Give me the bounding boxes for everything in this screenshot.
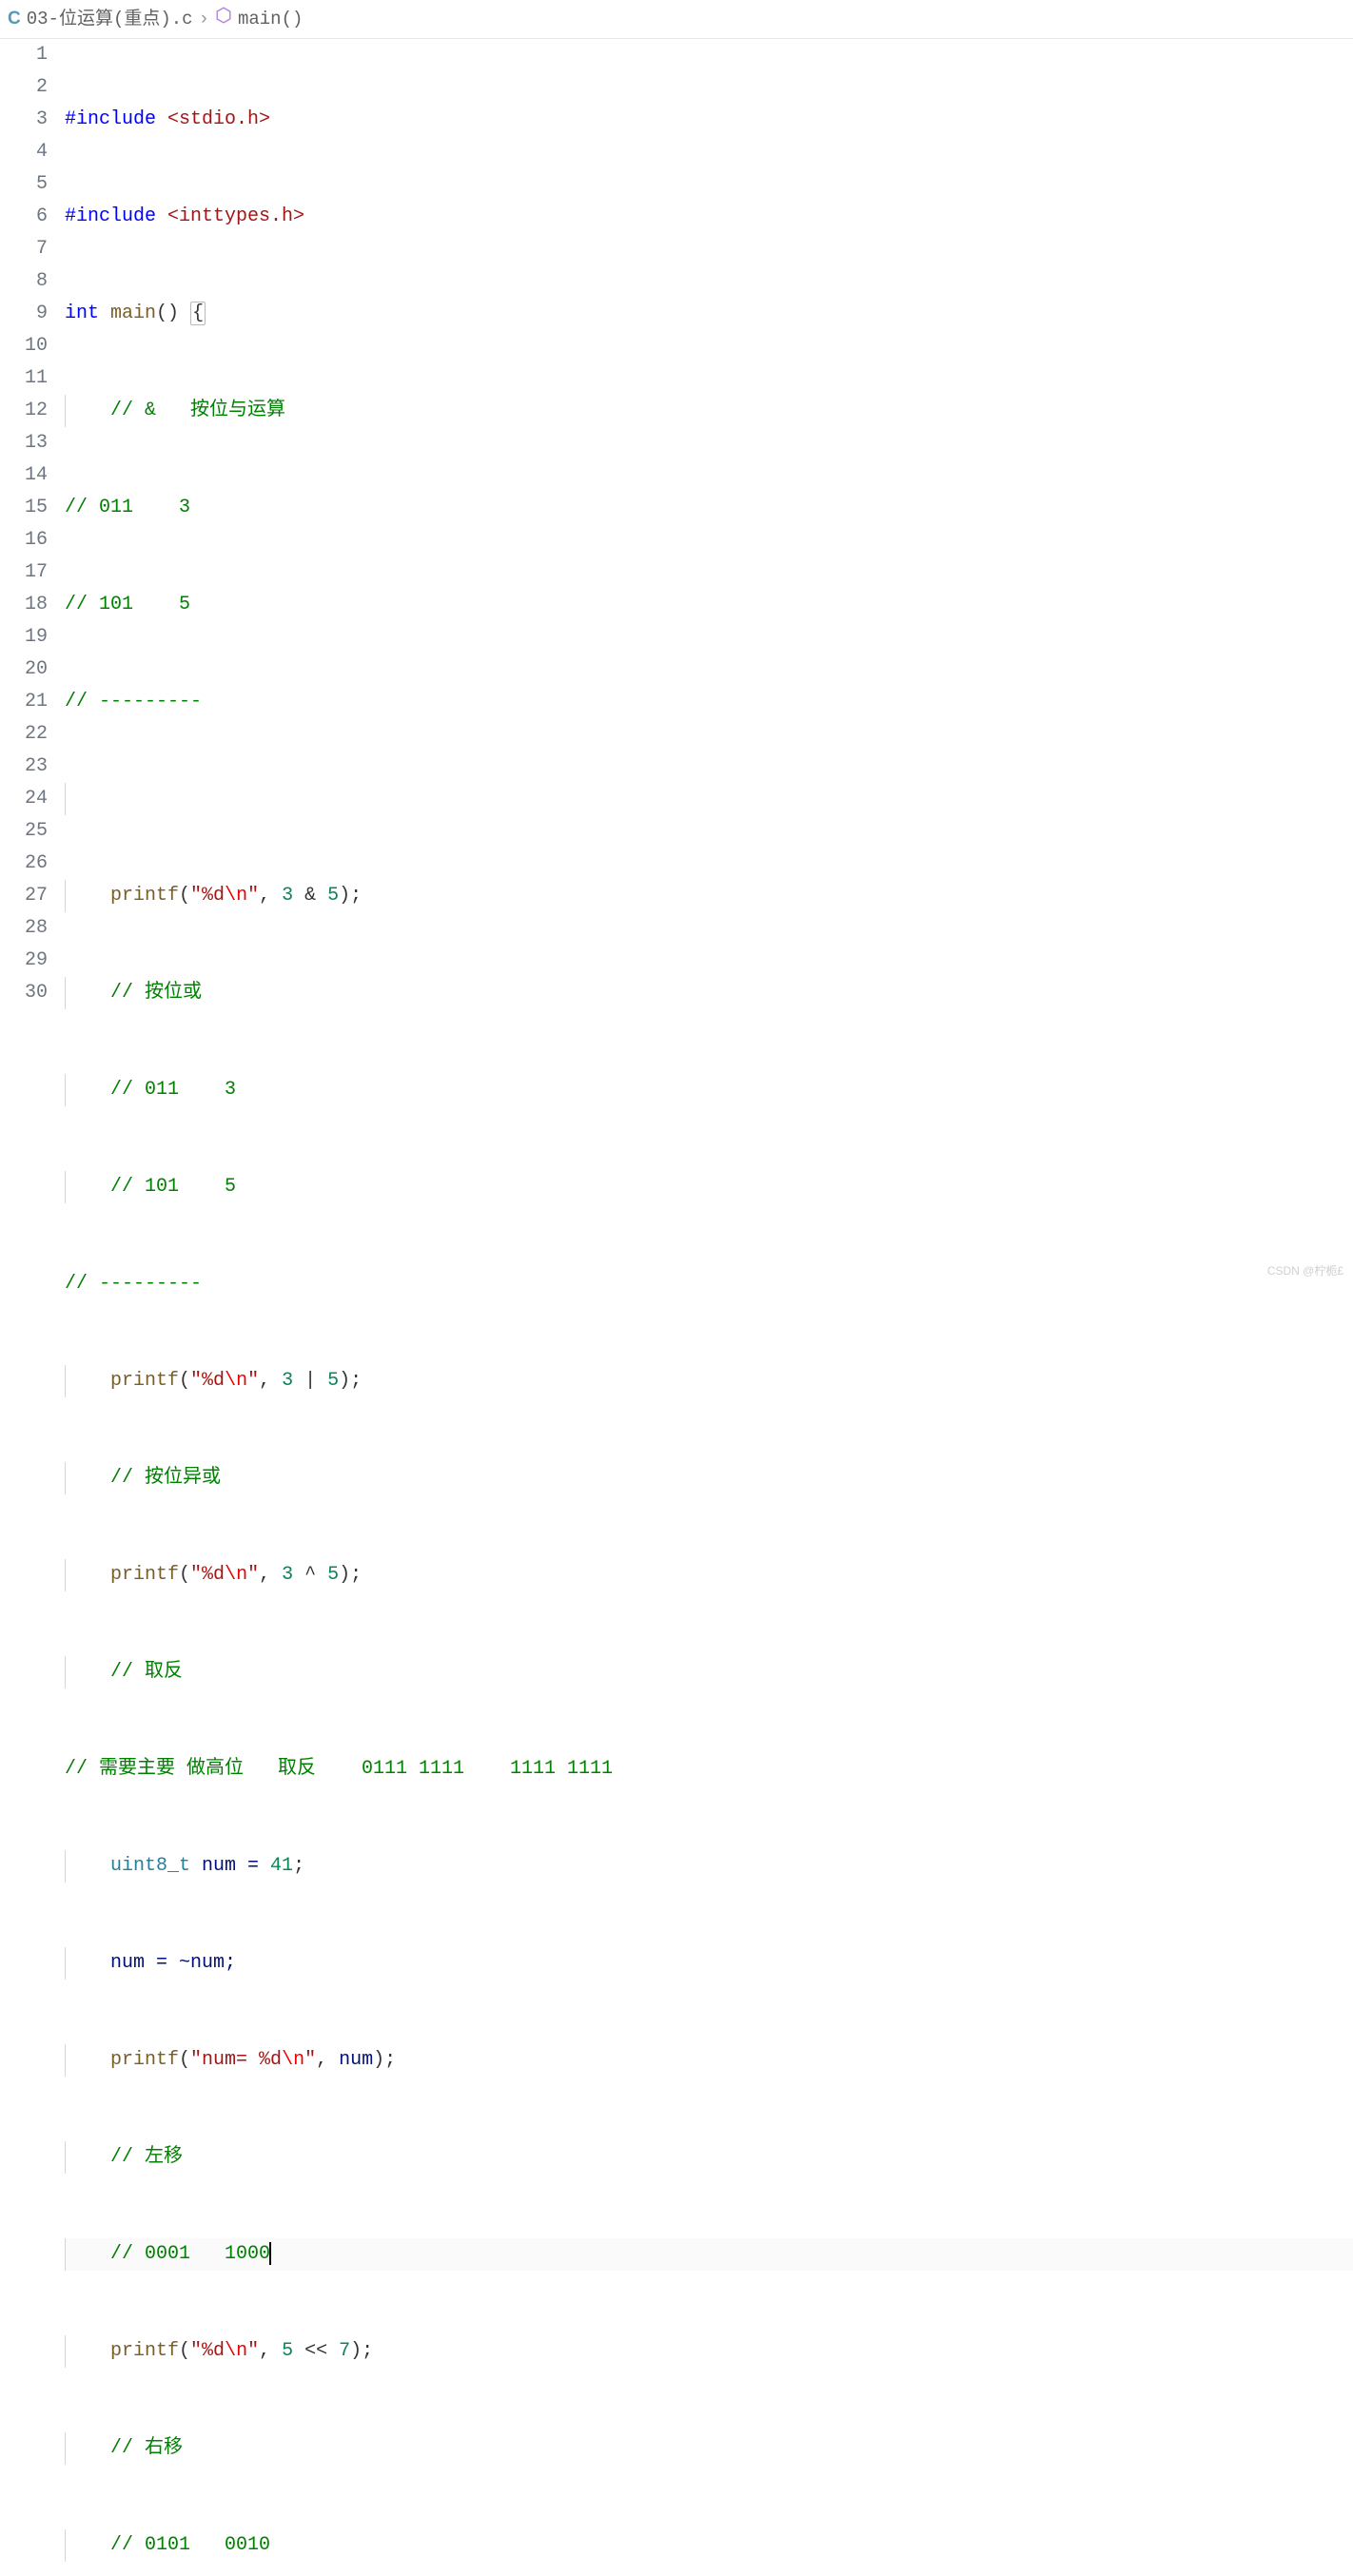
- code-line[interactable]: int main() {: [65, 298, 1353, 330]
- code-line[interactable]: printf("%d\n", 3 ^ 5);: [65, 1559, 1353, 1591]
- code-line[interactable]: uint8_t num = 41;: [65, 1850, 1353, 1883]
- line-number: 2: [0, 71, 48, 104]
- code-line[interactable]: // 011 3: [65, 492, 1353, 524]
- line-number: 8: [0, 265, 48, 298]
- code-line[interactable]: // 011 3: [65, 1074, 1353, 1106]
- code-line[interactable]: // 101 5: [65, 1171, 1353, 1203]
- code-line[interactable]: // ---------: [65, 686, 1353, 718]
- line-number-gutter: 1 2 3 4 5 6 7 8 9 10 11 12 13 14 15 16 1…: [0, 39, 65, 2576]
- line-number: 1: [0, 39, 48, 71]
- line-number: 7: [0, 233, 48, 265]
- line-number: 13: [0, 427, 48, 459]
- code-line[interactable]: // 左移: [65, 2141, 1353, 2174]
- breadcrumb-file[interactable]: 03-位运算(重点).c: [27, 4, 193, 34]
- line-number: 30: [0, 977, 48, 1009]
- code-line[interactable]: // 101 5: [65, 589, 1353, 621]
- line-number: 27: [0, 880, 48, 912]
- line-number: 26: [0, 848, 48, 880]
- text-cursor: [269, 2242, 271, 2265]
- line-number: 23: [0, 751, 48, 783]
- code-content[interactable]: #include <stdio.h> #include <inttypes.h>…: [65, 39, 1353, 2576]
- symbol-method-icon: [215, 4, 232, 34]
- line-number: 9: [0, 298, 48, 330]
- code-line[interactable]: // ---------: [65, 1268, 1353, 1300]
- line-number: 29: [0, 945, 48, 977]
- line-number: 3: [0, 104, 48, 136]
- code-editor[interactable]: 1 2 3 4 5 6 7 8 9 10 11 12 13 14 15 16 1…: [0, 39, 1353, 2576]
- code-line[interactable]: // & 按位与运算: [65, 395, 1353, 427]
- code-line[interactable]: [65, 783, 1353, 815]
- breadcrumb-symbol[interactable]: main(): [238, 4, 303, 34]
- line-number: 28: [0, 912, 48, 945]
- line-number: 17: [0, 556, 48, 589]
- code-line[interactable]: printf("num= %d\n", num);: [65, 2044, 1353, 2077]
- code-line[interactable]: #include <inttypes.h>: [65, 201, 1353, 233]
- code-line[interactable]: // 需要主要 做高位 取反 0111 1111 1111 1111: [65, 1753, 1353, 1786]
- code-line[interactable]: // 按位或: [65, 977, 1353, 1009]
- code-line[interactable]: #include <stdio.h>: [65, 104, 1353, 136]
- breadcrumb[interactable]: C 03-位运算(重点).c › main(): [0, 0, 1353, 39]
- line-number: 16: [0, 524, 48, 556]
- watermark: CSDN @柠栀£: [1267, 1261, 1343, 1280]
- line-number: 6: [0, 201, 48, 233]
- code-line[interactable]: printf("%d\n", 3 & 5);: [65, 880, 1353, 912]
- code-line[interactable]: // 按位异或: [65, 1462, 1353, 1494]
- line-number: 22: [0, 718, 48, 751]
- line-number: 25: [0, 815, 48, 848]
- code-line[interactable]: // 0101 0010: [65, 2529, 1353, 2562]
- chevron-right-icon: ›: [199, 4, 209, 34]
- line-number: 10: [0, 330, 48, 362]
- line-number: 15: [0, 492, 48, 524]
- code-line[interactable]: printf("%d\n", 5 << 7);: [65, 2335, 1353, 2368]
- line-number: 4: [0, 136, 48, 168]
- c-file-icon: C: [8, 4, 21, 34]
- line-number: 11: [0, 362, 48, 395]
- line-number: 24: [0, 783, 48, 815]
- line-number: 12: [0, 395, 48, 427]
- line-number: 5: [0, 168, 48, 201]
- code-line[interactable]: // 0001 1000: [65, 2238, 1353, 2271]
- code-line[interactable]: printf("%d\n", 3 | 5);: [65, 1365, 1353, 1397]
- line-number: 20: [0, 654, 48, 686]
- line-number: 18: [0, 589, 48, 621]
- line-number: 14: [0, 459, 48, 492]
- code-line[interactable]: // 右移: [65, 2432, 1353, 2465]
- line-number: 21: [0, 686, 48, 718]
- code-line[interactable]: // 取反: [65, 1656, 1353, 1688]
- line-number: 19: [0, 621, 48, 654]
- code-line[interactable]: num = ~num;: [65, 1947, 1353, 1980]
